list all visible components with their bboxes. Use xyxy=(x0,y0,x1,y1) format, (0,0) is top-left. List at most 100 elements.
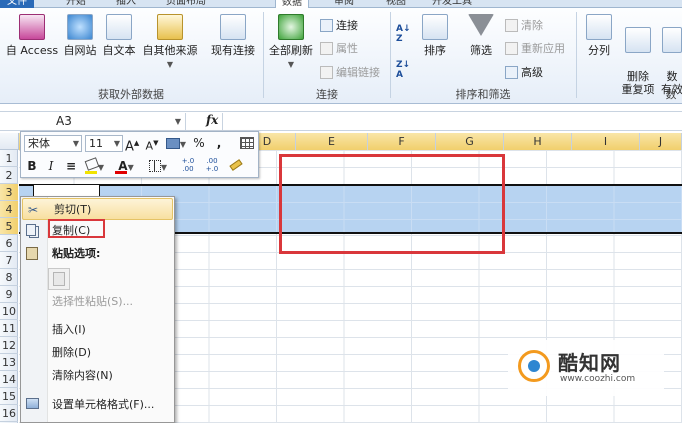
text-file-icon xyxy=(106,14,132,40)
data-validation-button[interactable]: 数 有效 xyxy=(660,14,682,96)
tab-home[interactable]: 开始 xyxy=(66,0,86,8)
existing-connections-button[interactable]: 现有连接 xyxy=(206,14,260,57)
access-icon xyxy=(19,14,45,40)
column-header-j[interactable]: J xyxy=(640,133,682,150)
edit-links-button[interactable]: 编辑链接 xyxy=(320,64,380,81)
menu-item-paste-special[interactable]: 选择性粘贴(S)... xyxy=(21,291,174,313)
sort-button[interactable]: 排序 xyxy=(418,14,452,57)
italic-button[interactable]: I xyxy=(44,158,58,175)
comma-style-button[interactable]: , xyxy=(213,135,225,152)
tab-developer[interactable]: 开发工具 xyxy=(432,0,472,8)
menu-item-delete[interactable]: 删除(D) xyxy=(21,342,174,364)
row-header[interactable]: 2 xyxy=(0,167,18,184)
row-header[interactable]: 8 xyxy=(0,269,18,286)
reapply-button[interactable]: 重新应用 xyxy=(505,40,565,57)
row-header[interactable]: 3 xyxy=(0,184,18,201)
paste-option-button[interactable] xyxy=(48,268,70,290)
bold-button[interactable]: B xyxy=(25,158,39,175)
center-align-button[interactable]: ≡ xyxy=(63,158,79,175)
group-label-data-tools: 数 xyxy=(665,88,677,101)
column-header-e[interactable]: E xyxy=(296,133,368,150)
from-other-sources-button[interactable]: 自其他来源 ▼ xyxy=(139,14,201,71)
tab-review[interactable]: 审阅 xyxy=(334,0,354,8)
row-header[interactable]: 14 xyxy=(0,371,18,388)
sort-dialog-icon xyxy=(422,14,448,40)
filter-button[interactable]: 筛选 xyxy=(464,14,498,57)
column-header-g[interactable]: G xyxy=(436,133,504,150)
from-web-button[interactable]: 自网站 xyxy=(62,14,98,57)
decrease-decimal-button[interactable]: .00 +.0 xyxy=(201,157,223,174)
font-size-select[interactable]: 11 ▼ xyxy=(85,135,123,152)
row-header[interactable]: 7 xyxy=(0,252,18,269)
row-header[interactable]: 1 xyxy=(0,150,18,167)
column-header-f[interactable]: F xyxy=(368,133,436,150)
shrink-font-button[interactable]: A▼ xyxy=(145,135,159,153)
chevron-down-icon: ▼ xyxy=(179,140,187,149)
remove-duplicates-button[interactable]: 删除 重复项 xyxy=(618,14,658,96)
from-access-button[interactable]: 自 Access xyxy=(4,14,60,57)
split-columns-icon xyxy=(586,14,612,40)
font-name-select[interactable]: 宋体 ▼ xyxy=(24,135,82,152)
name-box[interactable]: A3 ▼ xyxy=(0,113,186,130)
annotation-highlight-box xyxy=(279,154,505,254)
menu-item-format-cells[interactable]: 设置单元格格式(F)... xyxy=(21,394,174,416)
menu-item-cut[interactable]: ✂ 剪切(T) xyxy=(22,198,173,220)
watermark-url: www.coozhi.com xyxy=(560,374,636,384)
sort-descending-button[interactable]: Z↓ A xyxy=(396,60,410,80)
row-header[interactable]: 12 xyxy=(0,337,18,354)
properties-button[interactable]: 属性 xyxy=(320,40,358,57)
copy-icon xyxy=(26,224,36,236)
accounting-format-button[interactable]: ▼ xyxy=(165,135,187,152)
fill-color-button[interactable]: ▼ xyxy=(83,157,107,175)
clear-filter-button[interactable]: 清除 xyxy=(505,17,543,34)
reapply-icon xyxy=(505,42,518,55)
from-text-button[interactable]: 自文本 xyxy=(101,14,137,57)
row-header[interactable]: 16 xyxy=(0,405,18,422)
grow-font-button[interactable]: A▲ xyxy=(125,135,140,154)
row-header[interactable]: 11 xyxy=(0,320,18,337)
row-header[interactable]: 6 xyxy=(0,235,18,252)
sort-ascending-button[interactable]: A↓ Z xyxy=(396,24,411,44)
connections-button[interactable]: 连接 xyxy=(320,17,358,34)
column-header-i[interactable]: I xyxy=(572,133,640,150)
borders-button[interactable]: ▼ xyxy=(145,158,171,175)
chevron-down-icon: ▼ xyxy=(287,60,295,69)
column-header-h[interactable]: H xyxy=(504,133,572,150)
properties-icon xyxy=(320,42,333,55)
coozhi-logo-icon xyxy=(518,350,550,382)
row-header[interactable]: 15 xyxy=(0,388,18,405)
advanced-filter-icon xyxy=(505,66,518,79)
font-color-button[interactable]: A▼ xyxy=(113,158,139,175)
caret-up-icon: ▲ xyxy=(133,139,140,147)
chevron-down-icon[interactable]: ▼ xyxy=(175,113,181,130)
text-to-columns-button[interactable]: 分列 xyxy=(582,14,616,57)
tab-data[interactable]: 数据 xyxy=(275,0,309,8)
row-header[interactable]: 13 xyxy=(0,354,18,371)
tab-file[interactable]: 文件 xyxy=(0,0,34,8)
fill-color-swatch xyxy=(85,171,97,174)
select-all-corner[interactable] xyxy=(0,133,19,150)
refresh-all-button[interactable]: 全部刷新 ▼ xyxy=(266,14,316,71)
tab-page-layout[interactable]: 页面布局 xyxy=(166,0,206,8)
advanced-filter-button[interactable]: 高级 xyxy=(505,64,543,81)
menu-item-insert[interactable]: 插入(I) xyxy=(21,319,174,341)
format-table-button[interactable] xyxy=(239,135,255,152)
chevron-down-icon: ▼ xyxy=(160,163,168,172)
row-header[interactable]: 10 xyxy=(0,303,18,320)
tab-view[interactable]: 视图 xyxy=(386,0,406,8)
formula-input[interactable] xyxy=(222,113,682,130)
insert-function-icon[interactable]: fx xyxy=(206,113,218,127)
caret-down-icon: ▼ xyxy=(153,139,159,147)
annotation-highlight-copy xyxy=(48,219,105,238)
percent-style-button[interactable]: % xyxy=(191,135,207,152)
row-headers: 1 2 3 4 5 6 7 8 9 10 11 12 13 14 15 16 xyxy=(0,150,18,423)
menu-item-clear-contents[interactable]: 清除内容(N) xyxy=(21,365,174,387)
row-header[interactable]: 4 xyxy=(0,201,18,218)
increase-decimal-button[interactable]: +.0 .00 xyxy=(177,157,199,174)
row-header[interactable]: 5 xyxy=(0,218,18,235)
row-header[interactable]: 9 xyxy=(0,286,18,303)
ribbon-separator xyxy=(576,12,577,98)
tab-insert[interactable]: 插入 xyxy=(116,0,136,8)
ribbon-tab-strip: 文件 开始 插入 页面布局 数据 审阅 视图 开发工具 xyxy=(0,0,682,8)
format-painter-button[interactable] xyxy=(227,158,245,175)
